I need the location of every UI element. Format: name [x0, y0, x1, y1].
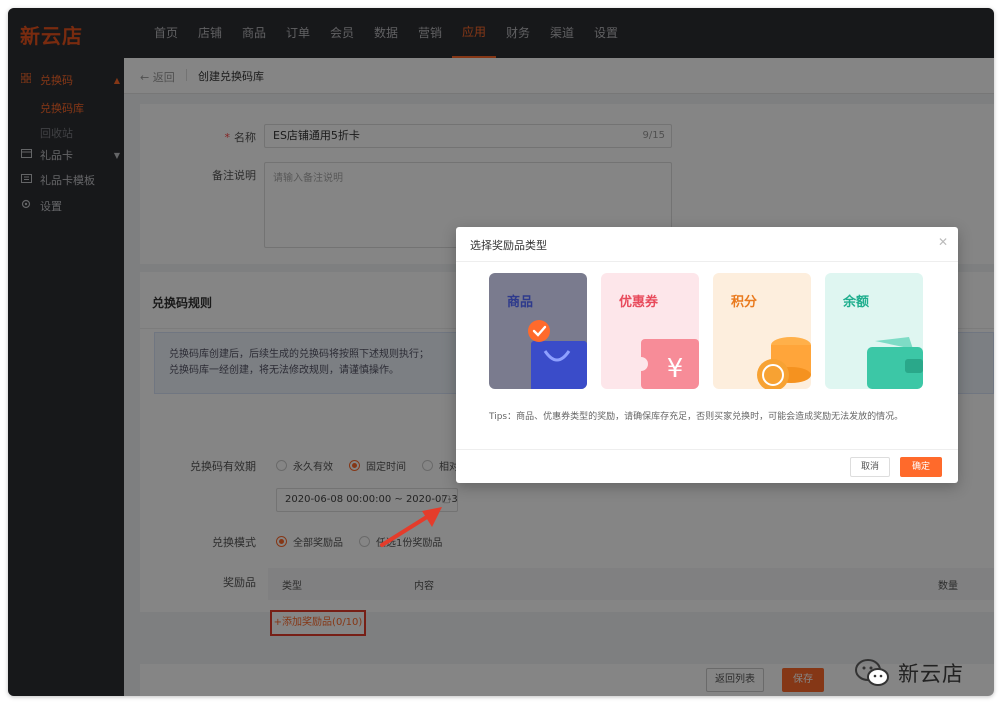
- divider: [456, 449, 958, 450]
- coupon-icon: ¥: [639, 339, 699, 389]
- reward-type-card-balance[interactable]: 余额: [825, 273, 923, 389]
- reward-type-card-coupon[interactable]: 优惠券 ¥: [601, 273, 699, 389]
- reward-type-label: 余额: [843, 295, 870, 310]
- annotation-arrow: [380, 507, 442, 547]
- divider: [456, 261, 958, 262]
- watermark: 新云店: [854, 658, 964, 688]
- svg-text:¥: ¥: [667, 354, 684, 384]
- watermark-text: 新云店: [898, 662, 964, 686]
- dialog-title: 选择奖励品类型: [470, 239, 547, 252]
- confirm-button[interactable]: 确定: [900, 457, 942, 477]
- select-reward-type-dialog: 选择奖励品类型 ✕ 商品 优惠券 ¥ 积分 余额 Tips：商品、优惠券类型的奖…: [456, 227, 958, 483]
- shopping-bag-icon: [528, 320, 587, 389]
- reward-tips: Tips：商品、优惠券类型的奖励，请确保库存充足，否则买家兑换时，可能会造成奖励…: [489, 412, 904, 422]
- reward-type-label: 积分: [731, 295, 758, 310]
- reward-type-card-goods[interactable]: 商品: [489, 273, 587, 389]
- reward-type-card-points[interactable]: 积分: [713, 273, 811, 389]
- coin-stack-icon: [757, 337, 811, 389]
- wallet-icon: [867, 337, 923, 389]
- reward-type-label: 商品: [507, 295, 534, 310]
- wechat-icon: [855, 659, 889, 686]
- cancel-button[interactable]: 取消: [850, 457, 890, 477]
- close-icon[interactable]: ✕: [938, 235, 948, 249]
- reward-type-label: 优惠券: [619, 295, 659, 310]
